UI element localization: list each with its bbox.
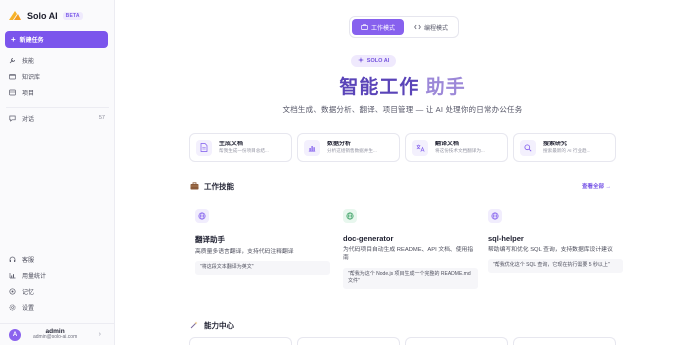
briefcase-icon: [361, 24, 368, 30]
sidebar: Solo AI BETA + 新建任务 技能 知识库 项目 对话 57 客服 用…: [0, 0, 115, 345]
brand[interactable]: Solo AI BETA: [8, 10, 83, 22]
globe-icon: [343, 209, 357, 223]
sidebar-item-label: 用量统计: [22, 273, 47, 280]
mode-toggle: 工作模式 编程模式: [349, 16, 459, 38]
project-icon: [9, 89, 16, 96]
folder-icon: [9, 73, 16, 80]
new-task-label: 新建任务: [19, 38, 44, 44]
memory-icon: [9, 287, 16, 295]
solo-ai-pill: SOLO AI: [351, 55, 396, 67]
magic-wand-icon: [190, 321, 198, 331]
briefcase-icon: [190, 181, 199, 192]
sparkle-icon: [357, 57, 364, 65]
skill-desc: 帮助编写和优化 SQL 查询，支持数据库设计建议: [488, 247, 613, 253]
quick-actions: 生成文档 帮我生成一份项目总结... 数据分析 分析这组销售数据并生... 翻译…: [189, 133, 617, 162]
headset-icon: [9, 256, 16, 263]
sidebar-item-label: 项目: [22, 90, 35, 97]
work-mode-label: 工作模式: [370, 25, 395, 32]
sidebar-nav-top: 技能 知识库 项目: [0, 52, 115, 100]
hero-subtitle: 文档生成、数据分析、翻译、项目管理 — 让 AI 处理你的日常办公任务: [282, 105, 523, 114]
capability-card[interactable]: [405, 337, 508, 345]
skill-example: "将这段文本翻译为英文": [195, 261, 330, 275]
sidebar-item-memory[interactable]: 记忆: [0, 283, 115, 299]
hero-title-secondary: 助手: [425, 77, 466, 98]
sidebar-item-label: 知识库: [22, 74, 41, 81]
sidebar-item-skills[interactable]: 技能: [0, 52, 115, 68]
quick-card-translate[interactable]: 翻译文档 将这份技术文档翻译为...: [405, 133, 508, 162]
skills-section-header: 工作技能: [190, 181, 234, 192]
skill-desc: 高质量多语言翻译，支持代码注释翻译: [195, 249, 294, 255]
skill-desc: 为代码项目自动生成 README、API 文档、使用指南: [343, 247, 474, 262]
capability-section-title: 能力中心: [204, 321, 234, 330]
user-profile[interactable]: A admin admin@solo-ai.com ›: [0, 323, 115, 345]
quick-card-search[interactable]: 搜索研究 搜索最新的 AI 行业趋...: [513, 133, 616, 162]
sidebar-item-label: 对话: [22, 116, 35, 123]
chart-icon: [9, 272, 16, 279]
plus-icon: +: [11, 34, 16, 44]
divider: [6, 107, 109, 108]
hero-title-primary: 智能工作: [339, 77, 420, 98]
capability-cards: [189, 337, 619, 345]
main-content: 工作模式 编程模式 SOLO AI 智能工作 助手 文档生成、数据分析、翻译、项…: [115, 0, 690, 345]
see-all-label: 查看全部: [582, 184, 605, 190]
code-mode-label: 编程模式: [423, 25, 448, 32]
sidebar-item-label: 技能: [22, 58, 35, 65]
document-icon: [196, 139, 212, 156]
skill-name: sql-helper: [488, 234, 524, 243]
tools-icon: [9, 57, 16, 64]
beta-badge: BETA: [62, 12, 83, 20]
user-email: admin@solo-ai.com: [33, 334, 78, 341]
skill-name: doc-generator: [343, 234, 394, 243]
quick-card-desc: 将这份技术文档翻译为...: [435, 148, 485, 154]
sidebar-item-settings[interactable]: 设置: [0, 299, 115, 315]
chat-icon: [9, 115, 16, 122]
skill-card-translator[interactable]: 翻译助手 高质量多语言翻译，支持代码注释翻译 "将这段文本翻译为英文": [195, 209, 330, 275]
see-all-link[interactable]: 查看全部 →: [582, 182, 611, 190]
skills-section-title: 工作技能: [204, 182, 234, 191]
globe-icon: [488, 209, 502, 223]
translate-icon: [412, 139, 428, 156]
capability-card[interactable]: [513, 337, 616, 345]
sidebar-nav-bottom: 客服 用量统计 记忆 设置: [0, 251, 115, 315]
quick-card-document[interactable]: 生成文档 帮我生成一份项目总结...: [189, 133, 292, 162]
sidebar-item-label: 记忆: [22, 289, 35, 296]
brand-name: Solo AI: [27, 11, 58, 21]
quick-card-desc: 搜索最新的 AI 行业趋...: [543, 148, 591, 154]
user-info: admin admin@solo-ai.com: [33, 328, 77, 341]
settings-icon: [9, 304, 16, 311]
chat-count: 57: [98, 115, 105, 121]
hero-title: 智能工作 助手: [115, 72, 690, 99]
skill-card-doc-generator[interactable]: doc-generator 为代码项目自动生成 README、API 文档、使用…: [343, 209, 478, 289]
sidebar-item-support[interactable]: 客服: [0, 251, 115, 267]
quick-card-desc: 分析这组销售数据并生...: [327, 148, 377, 154]
skill-card-sql-helper[interactable]: sql-helper 帮助编写和优化 SQL 查询，支持数据库设计建议 "帮我优…: [488, 209, 623, 273]
skill-example: "帮我优化这个 SQL 查询，它现在执行需要 5 秒以上": [488, 259, 623, 273]
bar-chart-icon: [304, 139, 320, 156]
sidebar-nav-chat: 对话 57: [0, 110, 115, 126]
skill-name: 翻译助手: [195, 235, 225, 244]
skill-example: "帮我为这个 Node.js 项目生成一个完整的 README.md 文件": [343, 267, 478, 289]
quick-card-data-analysis[interactable]: 数据分析 分析这组销售数据并生...: [297, 133, 400, 162]
sidebar-item-label: 设置: [22, 305, 35, 312]
capability-card[interactable]: [189, 337, 292, 345]
arrow-right-icon: →: [605, 184, 612, 190]
work-mode-button[interactable]: 工作模式: [352, 19, 404, 35]
code-icon: [414, 24, 421, 30]
globe-icon: [195, 209, 209, 223]
new-task-button[interactable]: + 新建任务: [5, 31, 108, 48]
sidebar-item-chat[interactable]: 对话 57: [0, 110, 115, 126]
capability-card[interactable]: [297, 337, 400, 345]
solo-logo-icon: [8, 10, 22, 22]
sidebar-item-knowledge[interactable]: 知识库: [0, 68, 115, 84]
pill-label: SOLO AI: [366, 58, 390, 64]
sidebar-item-label: 客服: [22, 257, 35, 264]
quick-card-desc: 帮我生成一份项目总结...: [219, 148, 269, 154]
sidebar-item-projects[interactable]: 项目: [0, 84, 115, 100]
code-mode-button[interactable]: 编程模式: [406, 19, 456, 35]
sidebar-item-usage[interactable]: 用量统计: [0, 267, 115, 283]
avatar: A: [9, 328, 21, 341]
capability-section-header: 能力中心: [190, 320, 234, 331]
chevron-right-icon: ›: [98, 331, 101, 338]
search-icon: [520, 139, 536, 156]
